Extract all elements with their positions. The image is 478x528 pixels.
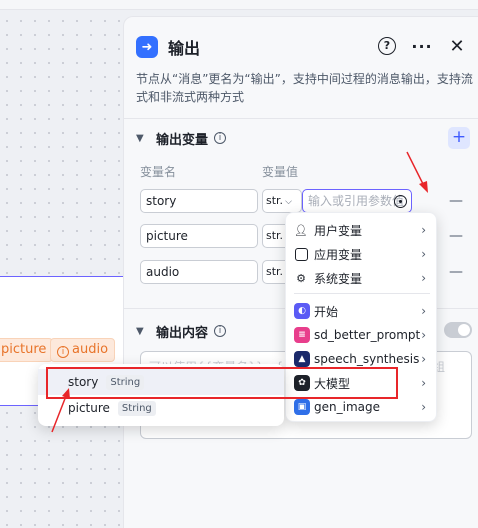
close-button[interactable]: ✕ xyxy=(446,35,468,57)
image-node-icon: ▣ xyxy=(294,399,310,415)
info-icon: i xyxy=(57,346,69,358)
reference-target-icon[interactable] xyxy=(394,195,407,208)
menu-item-label: speech_synthesis xyxy=(314,352,420,366)
var-name-input[interactable]: story xyxy=(140,189,258,213)
help-button[interactable]: ? xyxy=(376,35,398,57)
submenu-item-label: story xyxy=(68,375,99,389)
menu-item-label: 开始 xyxy=(314,304,339,319)
divider xyxy=(124,118,478,119)
chevron-right-icon: › xyxy=(421,304,426,318)
var-type-select[interactable]: str. ⌵ xyxy=(262,189,302,213)
type-label: str. xyxy=(266,265,284,278)
type-badge: String xyxy=(117,400,156,416)
menu-item-label: 系统变量 xyxy=(314,271,363,286)
col-header-name: 变量名 xyxy=(140,165,177,179)
chevron-right-icon: › xyxy=(421,400,426,414)
speech-node-icon: ▲ xyxy=(294,351,310,367)
llm-node-icon: ✿ xyxy=(294,375,310,391)
remove-row-button[interactable]: — xyxy=(449,194,463,208)
menu-item-label: 应用变量 xyxy=(314,247,363,262)
chevron-right-icon: › xyxy=(421,376,426,390)
llm-output-submenu: story String picture String xyxy=(38,364,284,426)
info-icon[interactable]: i xyxy=(214,132,227,144)
output-node-icon: ➜ xyxy=(136,36,158,58)
menu-item-node-speech-synthesis[interactable]: ▲ speech_synthesis › xyxy=(286,348,436,370)
output-vars-section-toggle[interactable]: ▼ 输出变量 i xyxy=(136,128,227,148)
chevron-right-icon: › xyxy=(421,271,426,285)
menu-item-node-start[interactable]: ◐ 开始 › xyxy=(286,300,436,322)
chevron-right-icon: › xyxy=(421,328,426,342)
type-badge: String xyxy=(106,374,145,390)
top-bar xyxy=(0,0,478,10)
chevron-right-icon: › xyxy=(421,223,426,237)
help-icon: ? xyxy=(378,37,396,55)
tag-label: audio xyxy=(72,342,109,357)
menu-item-user-vars[interactable]: 👤︎ 用户变量 › xyxy=(286,219,436,241)
menu-item-system-vars[interactable]: ⚙ 系统变量 › xyxy=(286,267,436,289)
menu-item-label: 大模型 xyxy=(314,376,351,391)
node-output-tag-picture: picture xyxy=(0,338,54,362)
panel-description: 节点从“消息”更名为“输出”，支持中间过程的消息输出，支持流式和非流式两种方式 xyxy=(136,72,473,104)
folder-icon xyxy=(294,247,308,261)
var-name-input[interactable]: picture xyxy=(140,224,258,248)
chevron-down-icon: ▼ xyxy=(136,132,144,144)
more-button[interactable]: ··· xyxy=(411,35,433,57)
submenu-item-picture[interactable]: picture String xyxy=(38,395,284,421)
gear-icon: ⚙ xyxy=(296,271,306,285)
add-variable-button[interactable]: + xyxy=(448,127,470,149)
menu-divider xyxy=(294,293,430,294)
output-content-section-toggle[interactable]: ▼ 输出内容 i xyxy=(136,321,227,341)
menu-item-label: gen_image xyxy=(314,400,380,414)
menu-item-label: sd_better_prompt xyxy=(314,328,421,342)
more-icon: ··· xyxy=(411,36,433,56)
chevron-right-icon: › xyxy=(421,247,426,261)
submenu-item-label: picture xyxy=(68,401,110,415)
menu-item-label: 用户变量 xyxy=(314,223,363,238)
remove-row-button[interactable]: — xyxy=(449,265,463,279)
panel-title: 输出 xyxy=(168,39,201,58)
col-header-value: 变量值 xyxy=(262,165,299,179)
user-icon: 👤︎ xyxy=(294,223,308,237)
value-placeholder: 输入或引用参数值 xyxy=(308,194,405,208)
menu-item-node-gen-image[interactable]: ▣ gen_image › xyxy=(286,396,436,418)
streaming-toggle[interactable] xyxy=(444,322,472,338)
remove-row-button[interactable]: — xyxy=(449,229,463,243)
var-value-input[interactable]: 输入或引用参数值 xyxy=(302,189,412,213)
menu-item-app-vars[interactable]: 应用变量 › xyxy=(286,243,436,265)
tag-label: picture xyxy=(1,342,47,357)
info-icon[interactable]: i xyxy=(214,325,227,337)
var-name-input[interactable]: audio xyxy=(140,260,258,284)
section-title: 输出内容 xyxy=(156,325,209,341)
submenu-item-story[interactable]: story String xyxy=(38,369,284,395)
node-output-tag-audio: i audio xyxy=(50,338,116,362)
start-node-icon: ◐ xyxy=(294,303,310,319)
menu-item-node-sd-better-prompt[interactable]: ≡ sd_better_prompt › xyxy=(286,324,436,346)
close-icon: ✕ xyxy=(449,35,465,57)
variable-reference-menu: 👤︎ 用户变量 › 应用变量 › ⚙ 系统变量 › ◐ 开始 › ≡ sd_be… xyxy=(285,212,437,422)
chevron-down-icon: ⌵ xyxy=(285,197,292,207)
type-label: str. xyxy=(266,194,284,207)
panel-header: ➜ 输出 xyxy=(136,34,200,60)
type-label: str. xyxy=(266,229,284,242)
section-title: 输出变量 xyxy=(156,132,209,148)
chevron-down-icon: ▼ xyxy=(136,325,144,337)
chevron-right-icon: › xyxy=(421,352,426,366)
prompt-node-icon: ≡ xyxy=(294,327,310,343)
menu-item-node-llm[interactable]: ✿ 大模型 › xyxy=(286,372,436,394)
